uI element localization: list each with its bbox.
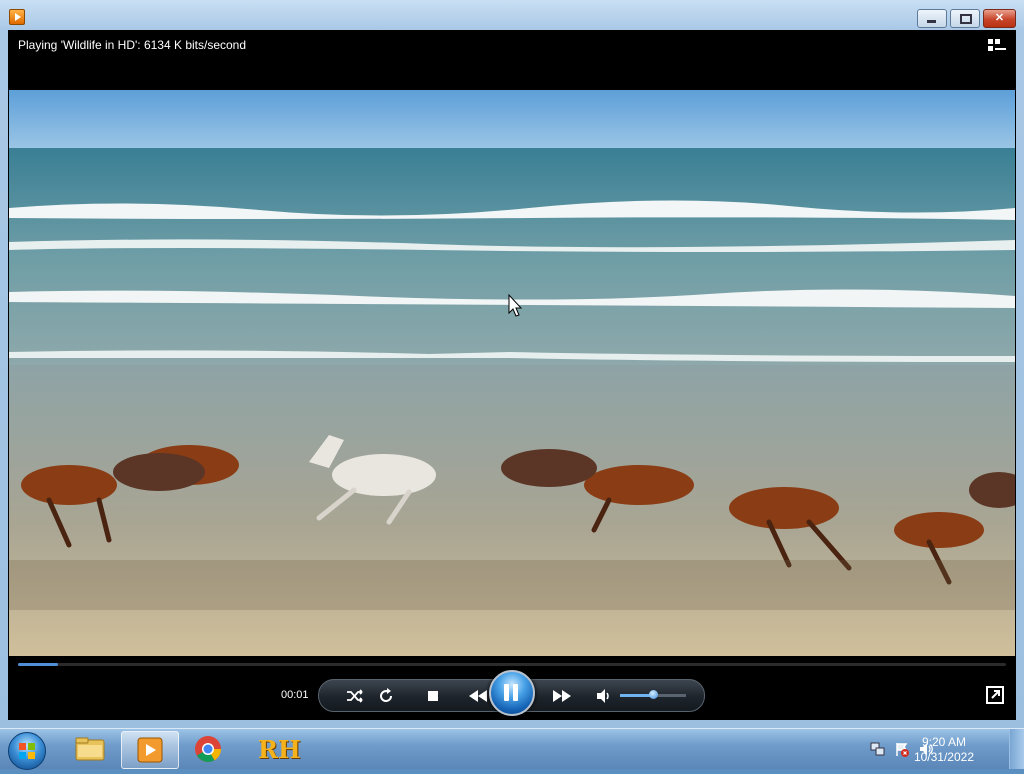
network-icon[interactable] xyxy=(870,741,886,757)
title-bar[interactable]: ✕ xyxy=(0,0,1024,30)
expand-icon xyxy=(991,690,1000,699)
switch-to-library-button[interactable] xyxy=(988,39,1006,53)
speaker-icon xyxy=(597,689,609,703)
rh-app-label: RH xyxy=(258,735,301,764)
stop-button[interactable] xyxy=(423,686,443,706)
taskbar-windows-media-player[interactable] xyxy=(121,731,179,769)
pause-icon xyxy=(504,684,509,701)
shuffle-icon xyxy=(347,689,363,703)
start-button[interactable] xyxy=(8,732,46,770)
mute-button[interactable] xyxy=(594,686,614,706)
video-frame[interactable] xyxy=(9,90,1015,656)
previous-button[interactable] xyxy=(466,686,490,706)
media-player-window: ✕ Playing 'Wildlife in HD': 6134 K bits/… xyxy=(0,0,1024,728)
switch-library-icon-part xyxy=(995,48,1006,50)
repeat-icon xyxy=(380,688,393,703)
system-tray: 9:20 AM 10/31/2022 xyxy=(864,729,1024,769)
volume-slider-thumb[interactable] xyxy=(648,690,658,699)
switch-library-icon xyxy=(988,39,993,44)
shuffle-button[interactable] xyxy=(345,686,365,706)
seek-progress xyxy=(18,663,58,666)
player-area: Playing 'Wildlife in HD': 6134 K bits/se… xyxy=(8,30,1016,720)
close-button[interactable]: ✕ xyxy=(983,9,1016,28)
rewind-icon xyxy=(469,690,487,702)
media-player-app-icon[interactable] xyxy=(9,9,25,25)
windows-logo-icon xyxy=(19,743,35,759)
now-playing-status: Playing 'Wildlife in HD': 6134 K bits/se… xyxy=(18,38,247,52)
repeat-button[interactable] xyxy=(376,686,396,706)
volume-slider[interactable] xyxy=(620,690,686,699)
minimize-button[interactable] xyxy=(917,9,947,28)
taskbar-windows-explorer[interactable] xyxy=(62,731,118,767)
pause-icon-bar xyxy=(513,684,518,701)
chrome-icon xyxy=(195,736,222,762)
play-pause-button[interactable] xyxy=(489,670,535,716)
clock-time: 9:20 AM xyxy=(921,735,966,749)
maximize-button[interactable] xyxy=(950,9,980,28)
close-icon: ✕ xyxy=(994,12,1005,24)
fast-forward-icon xyxy=(553,690,571,702)
full-screen-button[interactable] xyxy=(986,686,1004,704)
switch-library-icon-part xyxy=(988,46,993,51)
taskbar: RH 9:20 AM 10/31/2022 xyxy=(0,728,1024,770)
media-player-icon xyxy=(137,737,163,763)
show-desktop-button[interactable] xyxy=(1009,729,1024,769)
system-clock[interactable]: 9:20 AM 10/31/2022 xyxy=(914,735,974,765)
elapsed-time: 00:01 xyxy=(281,689,309,701)
seek-bar[interactable] xyxy=(18,663,1006,666)
clock-date: 10/31/2022 xyxy=(913,750,974,764)
next-button[interactable] xyxy=(550,686,574,706)
taskbar-rh-app[interactable]: RH xyxy=(246,731,302,767)
taskbar-google-chrome[interactable] xyxy=(180,731,236,767)
video-content-image xyxy=(9,90,1015,656)
stop-icon xyxy=(428,691,438,701)
maximize-icon xyxy=(960,14,972,24)
folder-icon xyxy=(75,737,105,761)
switch-library-icon-part xyxy=(995,39,1000,44)
window-controls: ✕ xyxy=(917,9,1016,28)
minimize-icon xyxy=(927,20,936,23)
action-center-flag-icon[interactable] xyxy=(894,741,910,757)
